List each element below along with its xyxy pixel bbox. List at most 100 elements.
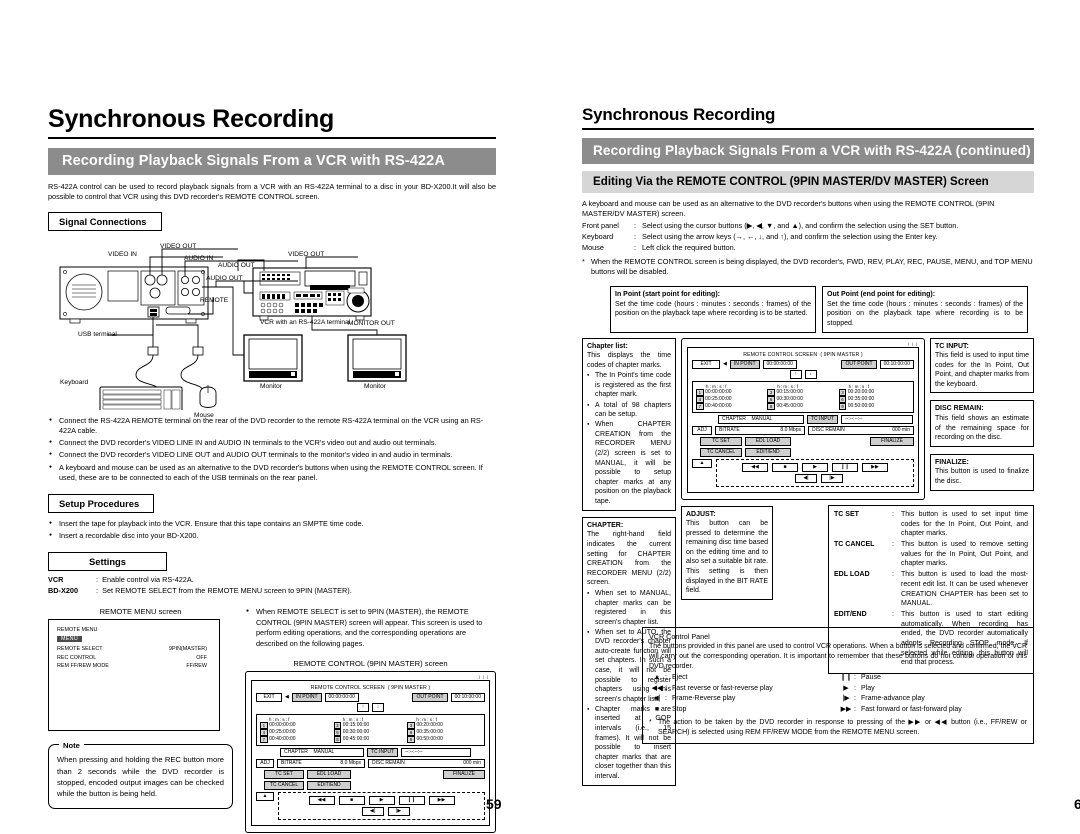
rewind-button[interactable]: ◀◀ xyxy=(308,795,335,805)
scroll-up-icon[interactable]: ↑ xyxy=(789,369,802,379)
disc-remain-value: 000 min xyxy=(463,760,481,767)
tc-input-callout: TC INPUT: This field is used to input ti… xyxy=(930,337,1034,394)
colon: : xyxy=(665,684,667,692)
finalize-button[interactable]: FINALIZE xyxy=(443,769,485,779)
remote-select-bullet-list: When REMOTE SELECT is set to 9PIN (MASTE… xyxy=(245,607,496,649)
diagram-label-monitor-2: Monitor xyxy=(364,382,386,390)
method-colon: : xyxy=(634,231,637,241)
tc-input-value[interactable]: --:--:--:-- xyxy=(841,414,914,424)
in-point-callout-text: Set the time code (hours : minutes : sec… xyxy=(615,300,811,318)
in-point-button[interactable]: IN POINT xyxy=(729,359,760,369)
edit-end-button[interactable]: EDIT/END xyxy=(307,780,351,790)
eject-button[interactable]: ▲ xyxy=(692,458,712,468)
chapter-tc[interactable]: 00:20:00:00 xyxy=(848,389,874,395)
out-point-button[interactable]: OUT POINT xyxy=(841,359,877,369)
exit-button[interactable]: EXIT xyxy=(692,359,720,369)
fast-forward-button[interactable]: ▶▶ xyxy=(428,795,455,805)
rewind-button[interactable]: ◀◀ xyxy=(742,462,768,472)
chapter-tc[interactable]: 00:25:00:00 xyxy=(705,396,731,402)
eject-button[interactable]: ▲ xyxy=(256,791,274,801)
frame-advance-button[interactable]: |▶ xyxy=(387,806,410,816)
rcs-scroll-arrows: ↑ ↓ xyxy=(692,369,914,379)
chapter-field-label: CHAPTER xyxy=(284,749,308,756)
pause-button[interactable]: ❙❙ xyxy=(398,795,425,805)
chapter-tc[interactable]: 00:40:00:00 xyxy=(705,403,731,409)
chapter-num: 6 xyxy=(838,395,847,403)
section-heading: Recording Playback Signals From a VCR wi… xyxy=(48,148,496,175)
adj-button[interactable]: ADJ xyxy=(692,425,712,435)
scroll-down-icon[interactable]: ↓ xyxy=(372,702,384,712)
frame-reverse-button[interactable]: ◀| xyxy=(795,473,817,483)
chapter-tc[interactable]: 00:30:00:00 xyxy=(776,396,802,402)
scroll-up-icon[interactable]: ↑ xyxy=(357,702,369,712)
frame-reverse-button[interactable]: ◀| xyxy=(361,806,384,816)
tc-input-button[interactable]: TC INPUT xyxy=(367,747,399,757)
chapter-tc[interactable]: 00:50:00:00 xyxy=(416,736,442,742)
tc-set-button[interactable]: TC SET xyxy=(264,769,304,779)
remote-menu-highlight[interactable]: MENU xyxy=(57,636,83,643)
disc-remain-callout: DISC REMAIN: This field shows an estimat… xyxy=(930,400,1034,447)
finalize-button[interactable]: FINALIZE xyxy=(870,436,914,446)
chapter-tc[interactable]: 00:45:00:00 xyxy=(343,736,369,742)
pause-button[interactable]: ❙❙ xyxy=(832,462,858,472)
stop-button[interactable]: ■ xyxy=(338,795,365,805)
play-button[interactable]: ▶ xyxy=(368,795,395,805)
in-point-value[interactable]: 00:00:00:00 xyxy=(762,359,797,369)
out-point-value[interactable]: 00:10:00:00 xyxy=(879,359,914,369)
edl-load-button[interactable]: EDL LOAD xyxy=(307,769,351,779)
chapter-tc[interactable]: 00:40:00:00 xyxy=(269,736,295,742)
setup-bullet-list: Insert the tape for playback into the VC… xyxy=(48,519,496,542)
adj-button[interactable]: ADJ xyxy=(256,758,274,768)
asterisk-icon: * xyxy=(649,719,652,727)
chapter-field-value: MANUAL xyxy=(313,749,335,756)
chapter-tc[interactable]: 00:35:00:00 xyxy=(416,729,442,735)
play-icon: ▶ xyxy=(843,684,849,692)
transport-row-2: ◀| |▶ xyxy=(283,806,480,816)
chapter-tc[interactable]: 00:25:00:00 xyxy=(269,729,295,735)
chapter-tc[interactable]: 00:45:00:00 xyxy=(776,403,802,409)
legend-row: ◀| : Frame-Reverse play xyxy=(649,694,838,705)
vcr-control-panel: ◀◀ ■ ▶ ❙❙ ▶▶ ◀| |▶ xyxy=(716,458,914,487)
vcr-panel-legend-box: VCR Control Panel The buttons provided i… xyxy=(642,627,1034,745)
remote-menu-row-label: REMOTE SELECT xyxy=(57,646,103,653)
method-colon: : xyxy=(634,220,637,230)
tc-set-button[interactable]: TC SET xyxy=(700,436,742,446)
chapter-tc[interactable]: 00:30:00:00 xyxy=(343,729,369,735)
in-point-value[interactable]: 00:00:00:00 xyxy=(324,692,359,702)
tc-cancel-button[interactable]: TC CANCEL xyxy=(700,447,742,457)
chapter-tc[interactable]: 00:15:00:00 xyxy=(776,389,802,395)
method-key: Front panel xyxy=(582,220,619,230)
connection-bullet-list: Connect the RS-422A REMOTE terminal on t… xyxy=(48,416,496,484)
tc-input-value[interactable]: --:--:--:-- xyxy=(401,747,472,757)
list-item: A keyboard and mouse can be used as an a… xyxy=(48,463,496,484)
method-row: Keyboard : Select using the arrow keys (… xyxy=(582,232,1034,243)
edit-end-button[interactable]: EDIT/END xyxy=(745,447,791,457)
chapter-tc[interactable]: 00:20:00:00 xyxy=(416,722,442,728)
scroll-down-icon[interactable]: ↓ xyxy=(804,369,817,379)
rcs-chapter-row: CHAPTER MANUAL TC INPUT --:--:--:-- xyxy=(256,747,485,757)
diagram-label-audio-in: AUDIO IN xyxy=(184,254,214,262)
button-desc: This button is used to set input time co… xyxy=(901,511,1028,538)
out-point-button[interactable]: OUT POINT xyxy=(412,692,448,702)
fast-forward-button[interactable]: ▶▶ xyxy=(862,462,888,472)
play-button[interactable]: ▶ xyxy=(802,462,828,472)
frame-advance-button[interactable]: |▶ xyxy=(821,473,843,483)
edl-load-button[interactable]: EDL LOAD xyxy=(745,436,791,446)
legend-row: ▶▶ : Fast forward or fast-forward play xyxy=(838,705,1027,716)
chapter-tc[interactable]: 00:00:00:00 xyxy=(705,389,731,395)
remote-menu-header: REMOTE MENU xyxy=(57,627,98,634)
tc-cancel-button[interactable]: TC CANCEL xyxy=(264,780,304,790)
in-point-button[interactable]: IN POINT xyxy=(291,692,322,702)
chapter-list-callout-title: Chapter list: xyxy=(587,342,628,350)
stop-button[interactable]: ■ xyxy=(772,462,798,472)
remote-menu-row-value[interactable]: OFF xyxy=(196,654,207,662)
chapter-tc[interactable]: 00:35:00:00 xyxy=(848,396,874,402)
out-point-value[interactable]: 00:10:00:00 xyxy=(450,692,485,702)
remote-menu-row-value[interactable]: FF/REW xyxy=(186,662,207,670)
chapter-tc[interactable]: 00:15:00:00 xyxy=(343,722,369,728)
chapter-tc[interactable]: 00:50:00:00 xyxy=(848,403,874,409)
chapter-tc[interactable]: 00:00:00:00 xyxy=(269,722,295,728)
tc-input-button[interactable]: TC INPUT xyxy=(807,414,839,424)
remote-menu-row-value[interactable]: 9PIN(MASTER) xyxy=(169,645,207,653)
exit-button[interactable]: EXIT xyxy=(256,692,282,702)
